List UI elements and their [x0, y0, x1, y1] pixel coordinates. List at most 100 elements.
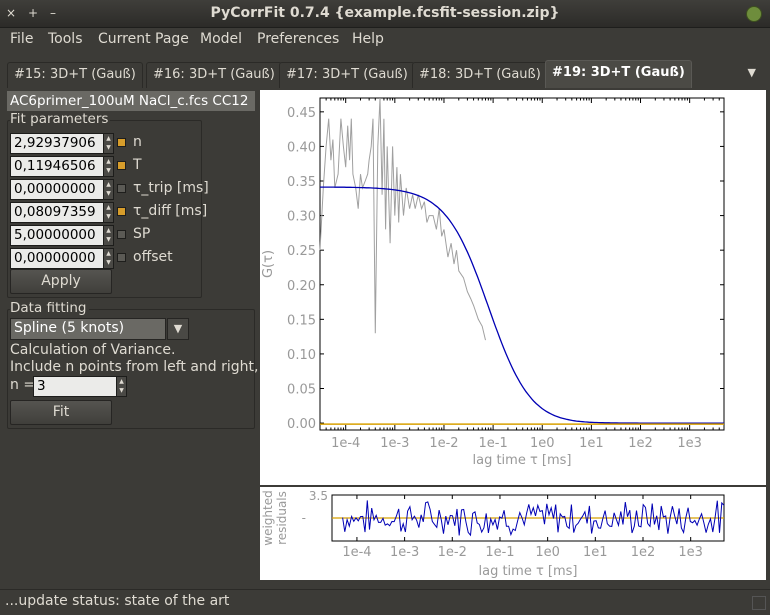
parameter-label: τ_trip [ms]	[133, 180, 209, 196]
y-tick-label: 0.10	[287, 348, 316, 363]
window-title: PyCorrFit 0.7.4 {example.fcsfit-session.…	[210, 5, 560, 21]
title-bar: × + – PyCorrFit 0.7.4 {example.fcsfit-se…	[0, 0, 770, 28]
parameter-stepper[interactable]: ▲ ▼	[104, 179, 114, 200]
parameter-value-input[interactable]: 2,92937906	[10, 133, 104, 154]
tab-list-chevron-down-icon[interactable]: ▼	[748, 66, 756, 79]
variance-text-1: Calculation of Variance.	[10, 342, 176, 358]
x-tick-label: 1e1	[579, 436, 604, 451]
menu-tools[interactable]: Tools	[48, 31, 83, 47]
correlation-plot[interactable]: 0.00 0.05 0.10 0.15 0.20 0.25 0.30 0.35 0.40 0.45…	[260, 90, 766, 485]
n-points-input[interactable]: 3	[33, 376, 117, 397]
parameter-value-input[interactable]: 0,00000000	[10, 248, 104, 269]
residuals-x-axis-label: lag time τ [ms]	[478, 564, 577, 579]
fit-curve-line	[320, 186, 724, 424]
x-tick-label: 1e-4	[331, 436, 360, 451]
fit-parameter-row: 0,00000000 ▲ ▼ offset	[10, 248, 200, 270]
tab-page-16[interactable]: #16: 3D+T (Gauß)	[146, 62, 282, 88]
y-tick-label: 0.30	[287, 210, 316, 225]
parameter-value-input[interactable]: 0,08097359	[10, 202, 104, 223]
parameter-stepper[interactable]: ▲ ▼	[104, 248, 114, 269]
parameter-vary-checkbox[interactable]	[117, 138, 126, 147]
fit-algorithm-chevron-down-icon[interactable]: ▼	[167, 318, 189, 340]
fit-algorithm-select[interactable]: Spline (5 knots)	[10, 318, 166, 340]
tab-page-18[interactable]: #18: 3D+T (Gauß)	[412, 62, 548, 88]
residuals-x-tick-label: 1e2	[631, 545, 656, 560]
y-axis-label: G(τ)	[261, 250, 276, 278]
parameter-vary-checkbox[interactable]	[117, 253, 126, 262]
parameter-value-input[interactable]: 0,00000000	[10, 179, 104, 200]
variance-text-2: Include n points from left and right,	[10, 359, 259, 375]
y-tick-label: 0.25	[287, 244, 316, 259]
residuals-ylabel-line-2: residuals	[275, 491, 289, 545]
parameter-stepper[interactable]: ▲ ▼	[104, 202, 114, 223]
resize-grip-icon[interactable]	[752, 596, 766, 610]
x-axis-label: lag time τ [ms]	[472, 453, 571, 468]
y-tick-label: 0.00	[287, 417, 316, 432]
y-tick-label: 0.45	[287, 106, 316, 121]
parameter-label: SP	[133, 226, 151, 242]
parameter-label: T	[133, 157, 142, 173]
parameter-label: offset	[133, 249, 173, 265]
residuals-x-tick-label: 1e-2	[438, 545, 467, 560]
fit-parameter-row: 0,11946506 ▲ ▼ T	[10, 156, 200, 178]
data-file-name: AC6primer_100uM NaCl_c.fcs CC12	[7, 91, 255, 111]
menu-file[interactable]: File	[10, 31, 33, 47]
parameter-stepper[interactable]: ▲ ▼	[104, 225, 114, 246]
x-tick-label: 1e3	[677, 436, 702, 451]
parameter-label: n	[133, 134, 142, 150]
x-tick-label: 1e-2	[429, 436, 458, 451]
n-points-stepper[interactable]: ▲ ▼	[117, 376, 127, 397]
y-tick-label: 0.20	[287, 279, 316, 294]
y-tick-label: 0.35	[287, 175, 316, 190]
menu-model[interactable]: Model	[200, 31, 242, 47]
data-series-line	[319, 97, 486, 341]
residuals-x-tick-label: 1e-1	[485, 545, 514, 560]
y-tick-label: 0.40	[287, 140, 316, 155]
residuals-x-tick-label: 1e0	[535, 545, 560, 560]
tab-page-15[interactable]: #15: 3D+T (Gauß)	[7, 62, 143, 88]
residuals-x-tick-label: 1e3	[678, 545, 703, 560]
parameter-label: τ_diff [ms]	[133, 203, 208, 219]
fit-parameter-row: 0,08097359 ▲ ▼ τ_diff [ms]	[10, 202, 207, 224]
x-tick-label: 1e-3	[380, 436, 409, 451]
residuals-x-tick-label: 1e1	[583, 545, 608, 560]
menu-preferences[interactable]: Preferences	[257, 31, 339, 47]
parameter-vary-checkbox[interactable]	[117, 161, 126, 170]
tab-page-17[interactable]: #17: 3D+T (Gauß)	[279, 62, 415, 88]
residuals-ylabel-line-1: weighted	[261, 490, 275, 545]
parameter-vary-checkbox[interactable]	[117, 207, 126, 216]
residuals-ytick-top: 3.5	[309, 489, 328, 503]
parameter-stepper[interactable]: ▲ ▼	[104, 156, 114, 177]
fit-parameter-row: 5,00000000 ▲ ▼ SP	[10, 225, 200, 247]
fit-parameter-row: 0,00000000 ▲ ▼ τ_trip [ms]	[10, 179, 209, 201]
parameter-value-input[interactable]: 0,11946506	[10, 156, 104, 177]
data-fitting-label: Data fitting	[10, 300, 89, 316]
menu-bar: File Tools Current Page Model Preference…	[0, 28, 770, 52]
residuals-x-tick-label: 1e-4	[342, 545, 371, 560]
parameter-stepper[interactable]: ▲ ▼	[104, 133, 114, 154]
fit-parameter-row: 2,92937906 ▲ ▼ n	[10, 133, 200, 155]
status-bar: ...update status: state of the art	[0, 589, 770, 615]
tab-page-19[interactable]: #19: 3D+T (Gauß)	[545, 60, 692, 88]
residuals-x-tick-label: 1e-3	[390, 545, 419, 560]
fit-button[interactable]: Fit	[10, 400, 112, 425]
page-notebook: #15: 3D+T (Gauß) #16: 3D+T (Gauß) #17: 3…	[0, 56, 770, 589]
menu-help[interactable]: Help	[352, 31, 384, 47]
correlation-plot-panel[interactable]: 0.00 0.05 0.10 0.15 0.20 0.25 0.30 0.35 0.40 0.45…	[260, 90, 766, 485]
status-text: ...update status: state of the art	[5, 593, 230, 609]
parameter-vary-checkbox[interactable]	[117, 230, 126, 239]
residuals-plot-panel[interactable]: 1e-4 1e-3 1e-2 1e-1 1e0 1e1 1e2 1e3 3.5 - weigh…	[260, 487, 766, 580]
apply-button[interactable]: Apply	[10, 269, 112, 294]
x-tick-label: 1e2	[628, 436, 653, 451]
n-points-label: n =	[10, 377, 36, 393]
residuals-ytick-mid: -	[302, 511, 306, 525]
menu-current-page[interactable]: Current Page	[98, 31, 189, 47]
tab-strip: #15: 3D+T (Gauß) #16: 3D+T (Gauß) #17: 3…	[0, 56, 770, 88]
parameter-value-input[interactable]: 5,00000000	[10, 225, 104, 246]
x-tick-label: 1e-1	[478, 436, 507, 451]
fit-parameters-label: Fit parameters	[10, 111, 111, 127]
tray-indicator-icon	[746, 6, 762, 22]
parameter-vary-checkbox[interactable]	[117, 184, 126, 193]
residuals-plot[interactable]: 1e-4 1e-3 1e-2 1e-1 1e0 1e1 1e2 1e3 3.5 - weigh…	[260, 487, 766, 580]
y-tick-label: 0.15	[287, 313, 316, 328]
